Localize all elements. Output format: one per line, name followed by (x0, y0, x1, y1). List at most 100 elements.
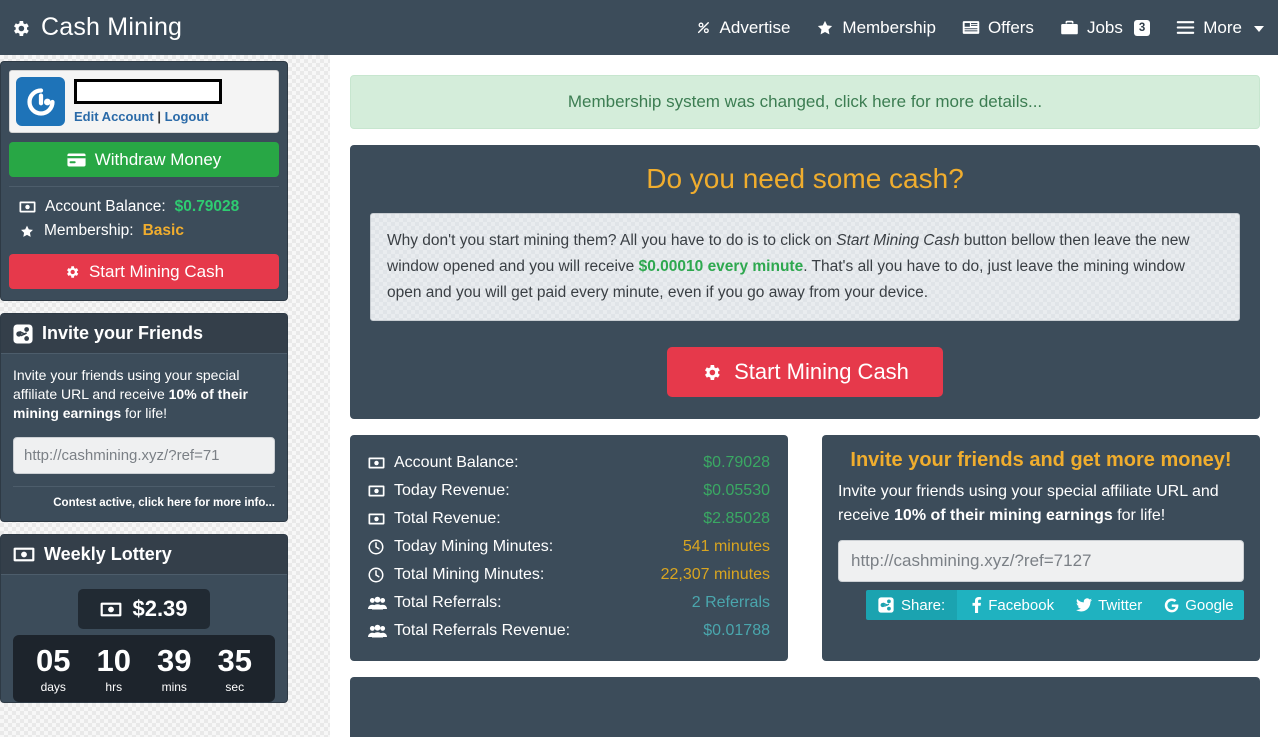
sidebar: Edit Account | Logout Withdraw Money Acc… (0, 55, 297, 737)
stat-label: Total Referrals: (394, 594, 502, 611)
stat-row: Total Referrals Revenue: $0.01788 (368, 617, 770, 645)
invite-friends-title: Invite your Friends (42, 323, 204, 343)
share-icon (878, 597, 894, 613)
star-icon (816, 19, 834, 37)
countdown-days-value: 05 (36, 643, 71, 678)
sidebar-referral-url-input[interactable]: http://cashmining.xyz/?ref=71 (13, 437, 275, 474)
invite-money-text: Invite your friends using your special a… (838, 480, 1244, 528)
users-icon (368, 624, 390, 638)
share-facebook-label: Facebook (988, 596, 1055, 614)
stat-value: $0.05530 (703, 482, 770, 499)
countdown-sec: 35 sec (206, 643, 264, 695)
withdraw-money-button[interactable]: Withdraw Money (9, 142, 279, 177)
avatar[interactable] (16, 77, 65, 126)
money-bill-icon (100, 602, 122, 617)
invite-card-bold: 10% of their mining earnings (894, 507, 1113, 524)
countdown-mins-value: 39 (157, 643, 192, 678)
nav-label-membership: Membership (842, 17, 936, 37)
countdown-hrs-value: 10 (96, 643, 131, 678)
countdown-days: 05 days (24, 643, 82, 695)
gear-icon (701, 362, 722, 383)
weekly-lottery-title: Weekly Lottery (44, 544, 172, 564)
weekly-lottery-body: $2.39 05 days 10 hrs 39 mins 35 sec (1, 575, 287, 702)
google-icon (1164, 597, 1179, 613)
sidebar-stats: Account Balance: $0.79028 Membership: Ba… (9, 186, 279, 245)
stat-value: 2 Referrals (691, 594, 770, 611)
countdown-sec-label: sec (225, 680, 245, 694)
start-mining-cash-button-sidebar[interactable]: Start Mining Cash (9, 254, 279, 289)
need-cash-card: Do you need some cash? Why don't you sta… (350, 145, 1260, 419)
money-bill-icon (19, 201, 36, 213)
stat-row: Account Balance: $0.79028 (368, 449, 770, 477)
nav-label-offers: Offers (987, 17, 1034, 37)
nav-item-jobs[interactable]: Jobs 3 (1060, 18, 1151, 38)
nav-item-membership[interactable]: Membership (816, 18, 936, 38)
stat-value: 22,307 minutes (660, 566, 770, 583)
share-icon (13, 323, 33, 344)
sidebar-stat-label: Membership: (44, 222, 134, 239)
logout-link[interactable]: Logout (165, 109, 209, 124)
stat-label: Total Referrals Revenue: (394, 622, 571, 639)
navbar-links: Advertise Membership Offers Jobs 3 More (695, 18, 1264, 38)
cta-wrap: Start Mining Cash (370, 347, 1240, 397)
briefcase-icon (1060, 19, 1079, 36)
account-panel: Edit Account | Logout Withdraw Money Acc… (0, 61, 288, 301)
stat-value: 541 minutes (682, 538, 770, 555)
account-links: Edit Account | Logout (74, 109, 222, 124)
star-icon (19, 224, 35, 239)
stat-row: Today Revenue: $0.05530 (368, 477, 770, 505)
share-label: Share: (866, 590, 958, 620)
link-icon (695, 19, 712, 36)
nav-item-offers[interactable]: Offers (962, 18, 1034, 38)
share-label-text: Share: (901, 596, 946, 614)
stat-value: $0.01788 (703, 622, 770, 639)
nav-item-advertise[interactable]: Advertise (695, 17, 791, 38)
contest-link[interactable]: Contest active, click here for more info… (13, 486, 275, 509)
clock-icon (368, 567, 390, 583)
lottery-countdown: 05 days 10 hrs 39 mins 35 sec (13, 635, 275, 702)
countdown-sec-value: 35 (217, 643, 252, 678)
sidebar-stat-value: $0.79028 (174, 198, 240, 215)
list-icon (962, 20, 980, 35)
withdraw-money-label: Withdraw Money (94, 149, 222, 169)
share-twitter-label: Twitter (1098, 596, 1143, 614)
explanation-rate: $0.00010 every minute (638, 258, 804, 275)
invite-friends-header: Invite your Friends (1, 314, 287, 354)
stat-label: Today Revenue: (394, 482, 510, 499)
user-box: Edit Account | Logout (9, 70, 279, 133)
sidebar-stat-membership: Membership: Basic (19, 219, 269, 243)
share-google-label: Google (1185, 596, 1234, 614)
invite-money-card: Invite your friends and get more money! … (822, 435, 1260, 661)
start-mining-cash-button-main[interactable]: Start Mining Cash (667, 347, 943, 397)
nav-label-advertise: Advertise (719, 17, 791, 37)
weekly-lottery-panel: Weekly Lottery $2.39 05 days 10 hrs 39 m… (0, 534, 288, 703)
top-navbar: Cash Mining Advertise Membership Offers (0, 0, 1278, 55)
invite-friends-body: Invite your friends using your special a… (1, 354, 287, 521)
main-referral-url-input[interactable]: http://cashmining.xyz/?ref=7127 (838, 540, 1244, 582)
stat-label: Today Mining Minutes: (394, 538, 554, 555)
nav-item-more[interactable]: More (1176, 18, 1264, 38)
membership-alert[interactable]: Membership system was changed, click her… (350, 75, 1260, 129)
stat-label: Total Revenue: (394, 510, 501, 527)
chevron-down-icon (1254, 26, 1264, 32)
users-icon (368, 596, 390, 610)
invite-card-suffix: for life! (1112, 507, 1166, 524)
stat-row: Total Referrals: 2 Referrals (368, 589, 770, 617)
share-twitter-link[interactable]: Twitter (1076, 597, 1142, 614)
hamburger-icon (1176, 20, 1195, 35)
explanation-part-1: Why don't you start mining them? All you… (387, 232, 837, 249)
edit-account-link[interactable]: Edit Account (74, 109, 154, 124)
credit-card-icon (67, 153, 86, 167)
stat-row: Total Mining Minutes: 22,307 minutes (368, 561, 770, 589)
brand-logo[interactable]: Cash Mining (10, 13, 182, 42)
account-stats-card: Account Balance: $0.79028 Today Revenue:… (350, 435, 788, 661)
start-mining-label: Start Mining Cash (88, 261, 225, 281)
countdown-days-label: days (40, 680, 66, 694)
share-google-link[interactable]: Google (1164, 596, 1234, 614)
money-bill-icon (368, 457, 390, 469)
sidebar-stat-label: Account Balance: (45, 198, 166, 215)
stats-and-invite-row: Account Balance: $0.79028 Today Revenue:… (350, 435, 1260, 661)
stat-label: Total Mining Minutes: (394, 566, 545, 583)
invite-friends-text: Invite your friends using your special a… (13, 366, 275, 423)
share-facebook-link[interactable]: Facebook (971, 597, 1054, 614)
